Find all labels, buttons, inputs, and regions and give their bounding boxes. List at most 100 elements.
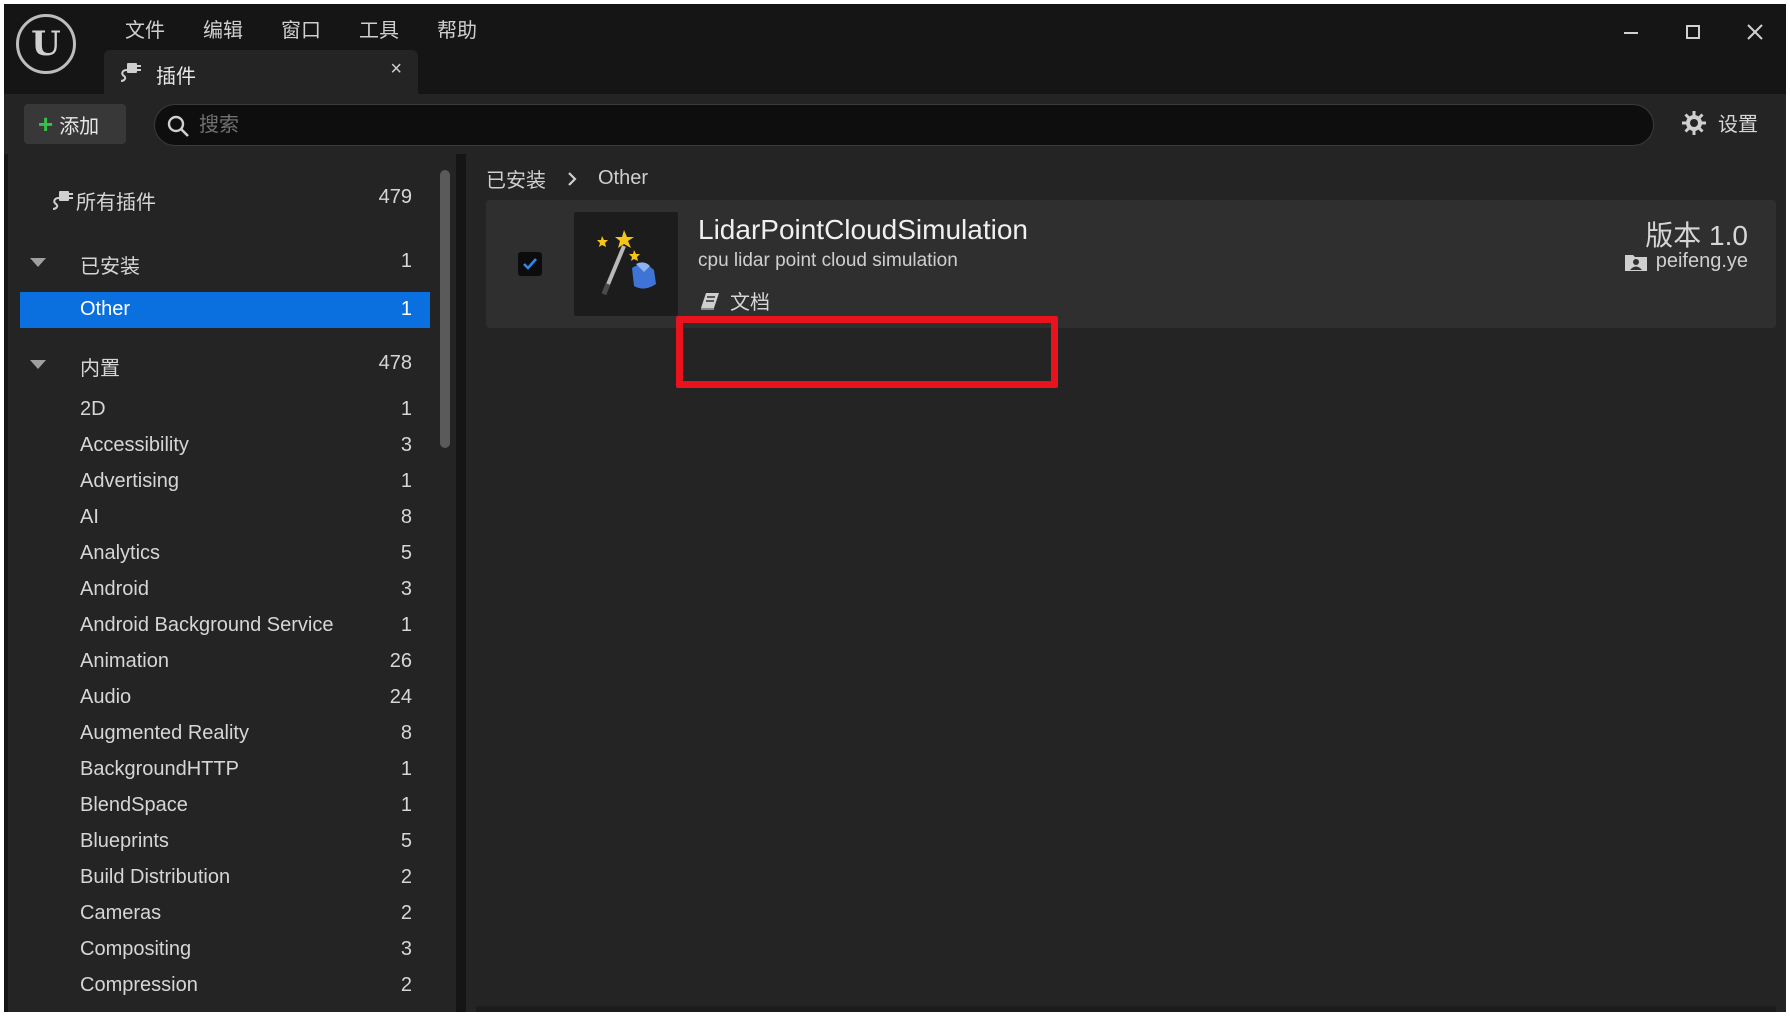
menu-tools[interactable]: 工具	[340, 12, 418, 45]
category-label: Compression	[80, 974, 198, 996]
category-count: 2	[400, 866, 412, 888]
menu-help[interactable]: 帮助	[418, 12, 496, 45]
category-all-plugins[interactable]: 所有插件 479	[20, 180, 430, 216]
category-label: Audio	[80, 686, 132, 708]
category-label: BlendSpace	[80, 794, 188, 816]
category-item[interactable]: 2D 1	[20, 392, 430, 428]
magic-wand-icon	[597, 230, 656, 295]
category-item[interactable]: Accessibility 3	[20, 428, 430, 464]
breadcrumb: 已安装 Other	[486, 164, 648, 193]
category-label: Animation	[80, 650, 169, 672]
toolbar: + 添加 设置	[4, 94, 1786, 154]
category-item[interactable]: Android Background Service 1	[20, 608, 430, 644]
category-label: Other	[80, 298, 131, 320]
plugin-author-name: peifeng.ye	[1655, 250, 1748, 272]
plug-icon	[120, 63, 141, 82]
unreal-logo-icon[interactable]: U	[16, 14, 76, 74]
folder-user-icon	[1624, 254, 1647, 271]
category-item[interactable]: AI 8	[20, 500, 430, 536]
category-item[interactable]: Compositing 3	[20, 932, 430, 968]
search-bar	[154, 104, 1654, 146]
category-item[interactable]: Android 3	[20, 572, 430, 608]
category-count: 2	[400, 974, 412, 996]
chevron-right-icon	[568, 171, 577, 186]
category-label: Compositing	[80, 938, 192, 960]
checkmark-icon	[523, 258, 537, 270]
menu-bar: 文件 编辑 窗口 工具 帮助	[106, 12, 496, 45]
menu-edit[interactable]: 编辑	[184, 12, 262, 45]
category-count: 3	[400, 938, 412, 960]
category-count: 1	[400, 250, 412, 272]
category-count: 478	[378, 352, 412, 374]
maximize-button[interactable]	[1662, 4, 1724, 60]
tab-plugins[interactable]: 插件 ×	[104, 50, 418, 94]
category-count: 8	[400, 722, 412, 744]
menu-window[interactable]: 窗口	[262, 12, 340, 45]
category-item[interactable]: Animation 26	[20, 644, 430, 680]
plus-icon: +	[38, 109, 54, 139]
category-other[interactable]: Other 1	[20, 292, 430, 328]
category-count: 479	[378, 186, 412, 208]
plugin-author: peifeng.ye	[1624, 250, 1748, 273]
category-count: 2	[400, 902, 412, 924]
plugin-description: cpu lidar point cloud simulation	[698, 250, 958, 271]
settings-button[interactable]: 设置	[1680, 108, 1758, 137]
tab-close-button[interactable]: ×	[390, 58, 402, 81]
documentation-link[interactable]: 文档	[698, 286, 770, 315]
category-item[interactable]: Advertising 1	[20, 464, 430, 500]
minimize-icon	[1624, 32, 1638, 34]
breadcrumb-other[interactable]: Other	[598, 167, 648, 190]
tab-title: 插件	[156, 66, 196, 88]
search-icon	[167, 115, 189, 137]
category-item[interactable]: Analytics 5	[20, 536, 430, 572]
plug-icon	[52, 191, 73, 210]
category-label: BackgroundHTTP	[80, 758, 239, 780]
category-count: 5	[400, 830, 412, 852]
category-label: 已安装	[80, 256, 140, 278]
highlight-annotation-box	[676, 316, 1058, 388]
breadcrumb-installed[interactable]: 已安装	[486, 164, 546, 193]
close-icon	[1747, 24, 1763, 40]
collapse-triangle-icon[interactable]	[30, 360, 46, 369]
plugin-thumbnail	[574, 212, 678, 316]
collapse-triangle-icon[interactable]	[30, 258, 46, 267]
minimize-button[interactable]	[1600, 4, 1662, 60]
category-count: 1	[400, 614, 412, 636]
plugin-card[interactable]: LidarPointCloudSimulation cpu lidar poin…	[486, 200, 1776, 388]
add-button[interactable]: + 添加	[24, 104, 126, 144]
category-label: Cameras	[80, 902, 162, 924]
category-item[interactable]: Compression 2	[20, 968, 430, 1004]
category-label: Accessibility	[80, 434, 189, 456]
category-label: 所有插件	[76, 192, 156, 214]
search-input[interactable]	[197, 109, 1601, 141]
gear-icon	[1682, 110, 1706, 135]
plugin-name: LidarPointCloudSimulation	[698, 214, 1028, 245]
category-count: 24	[389, 686, 412, 708]
menu-file[interactable]: 文件	[106, 12, 184, 45]
documentation-label: 文档	[730, 292, 770, 314]
plugin-enabled-checkbox[interactable]	[518, 252, 542, 276]
category-label: Build Distribution	[80, 866, 231, 888]
close-window-button[interactable]	[1724, 4, 1786, 60]
category-count: 1	[400, 298, 412, 320]
category-label: Augmented Reality	[80, 722, 249, 744]
category-label: Android	[80, 578, 149, 600]
category-label: 内置	[80, 358, 120, 380]
category-item[interactable]: Augmented Reality 8	[20, 716, 430, 752]
category-label: Android Background Service	[80, 614, 334, 636]
category-item[interactable]: Cameras 2	[20, 896, 430, 932]
category-count: 3	[400, 434, 412, 456]
category-label: Blueprints	[80, 830, 169, 852]
category-item[interactable]: Blueprints 5	[20, 824, 430, 860]
sidebar-scrollbar[interactable]	[440, 170, 450, 448]
category-count: 1	[400, 470, 412, 492]
category-item[interactable]: Audio 24	[20, 680, 430, 716]
category-item[interactable]: Build Distribution 2	[20, 860, 430, 896]
category-item[interactable]: BackgroundHTTP 1	[20, 752, 430, 788]
category-sidebar: 所有插件 479 已安装 1 Other 1 内置 478 2D 1 Access…	[8, 154, 456, 1012]
category-item[interactable]: BlendSpace 1	[20, 788, 430, 824]
category-count: 1	[400, 794, 412, 816]
category-builtin[interactable]: 内置 478	[20, 346, 430, 382]
category-count: 26	[389, 650, 412, 672]
category-installed[interactable]: 已安装 1	[20, 244, 430, 280]
